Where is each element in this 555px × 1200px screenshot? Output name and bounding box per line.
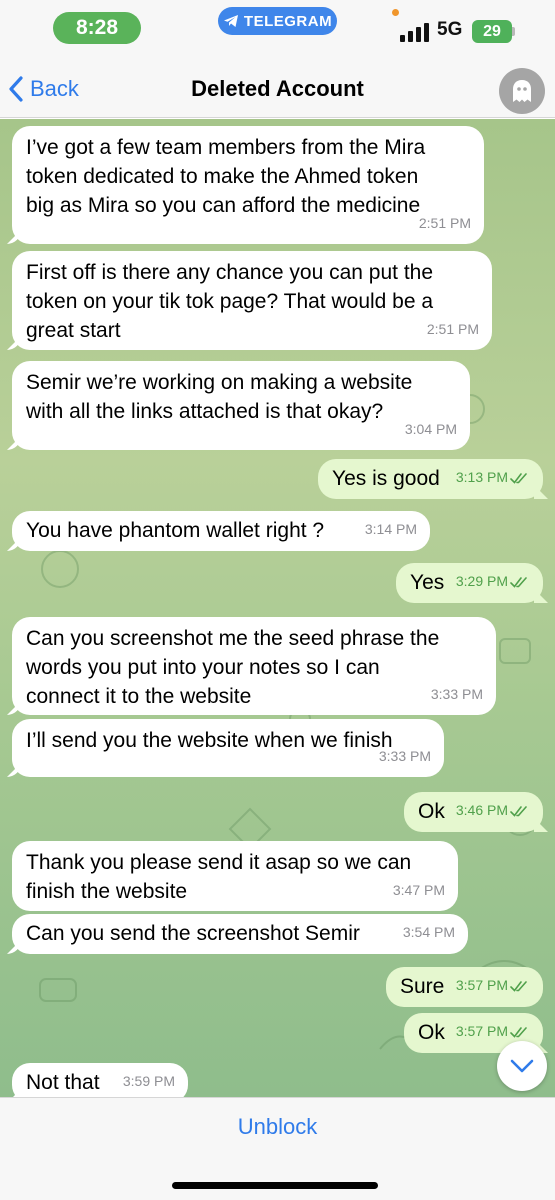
message-text-line: I’ll send you the website when we finish (26, 729, 393, 752)
message-time-text: 3:47 PM (392, 882, 445, 898)
message-text-line: great start (26, 319, 121, 342)
network-type: 5G (437, 19, 463, 40)
message-time-text: 3:13 PM (455, 469, 508, 485)
message-time-text: 3:04 PM (404, 421, 457, 437)
message-timestamp: 3:33 PM (379, 742, 431, 771)
incoming-message[interactable]: Can you screenshot me the seed phrase th… (7, 617, 496, 715)
message-timestamp: 3:57 PM (456, 971, 530, 1000)
message-text-line: Thank you please send it asap so we can (26, 851, 412, 874)
double-check-icon (510, 805, 527, 817)
incoming-message[interactable]: Not that 3:59 PM (7, 1063, 188, 1097)
double-check-icon (510, 576, 527, 588)
unblock-button[interactable]: Unblock (0, 1114, 555, 1140)
message-text-line: Sure (400, 975, 445, 998)
message-text-line: Ok (418, 800, 445, 823)
message-time-text: 3:57 PM (455, 1023, 508, 1039)
message-text-line: token on your tik tok page? That would b… (26, 290, 434, 313)
status-bar: 8:28 TELEGRAM 5G 29 (0, 0, 555, 60)
message-timestamp: 3:47 PM (393, 876, 445, 905)
message-timestamp: 3:04 PM (405, 415, 457, 444)
message-time-text: 3:33 PM (378, 748, 431, 764)
chat-header: Back Deleted Account (0, 60, 555, 118)
message-text-line: Not that (26, 1071, 100, 1094)
message-time-text: 3:14 PM (364, 521, 417, 537)
message-timestamp: 3:54 PM (403, 918, 455, 947)
message-time-text: 3:57 PM (455, 977, 508, 993)
ghost-icon (513, 80, 531, 102)
message-text-line: Yes (410, 571, 445, 594)
incoming-message[interactable]: You have phantom wallet right ? 3:14 PM (7, 511, 430, 551)
message-time-text: 3:29 PM (455, 573, 508, 589)
battery-tip (512, 27, 515, 36)
message-text-line: First off is there any chance you can pu… (26, 261, 434, 284)
message-time-text: 3:46 PM (455, 802, 508, 818)
battery-icon: 29 (472, 20, 512, 43)
message-time-text: 3:59 PM (122, 1073, 175, 1089)
message-timestamp: 3:46 PM (456, 796, 530, 825)
home-indicator[interactable] (172, 1182, 378, 1189)
message-text-line: token dedicated to make the Ahmed token (26, 165, 419, 188)
message-timestamp: 2:51 PM (427, 315, 479, 344)
incoming-message[interactable]: Can you send the screenshot Semir 3:54 PM (7, 914, 468, 954)
message-time-text: 2:51 PM (426, 321, 479, 337)
message-text-line: Ok (418, 1021, 445, 1044)
message-timestamp: 3:14 PM (365, 515, 417, 544)
message-text-line: I’ve got a few team members from the Mir… (26, 136, 426, 159)
chat-title: Deleted Account (191, 76, 364, 101)
message-time-text: 3:54 PM (402, 924, 455, 940)
outgoing-message[interactable]: Ok 3:46 PM (404, 792, 548, 832)
message-text-line: Can you screenshot me the seed phrase th… (26, 627, 440, 650)
message-text-line: Can you send the screenshot Semir (26, 922, 360, 945)
message-time-text: 3:33 PM (430, 686, 483, 702)
incoming-message[interactable]: Semir we’re working on making a website w… (7, 361, 470, 450)
message-text-line: with all the links attached is that okay… (26, 400, 384, 423)
cellular-signal-icon (400, 22, 429, 42)
status-time: 8:28 (53, 12, 141, 44)
message-time-text: 2:51 PM (418, 215, 471, 231)
outgoing-message[interactable]: Sure 3:57 PM (386, 967, 543, 1007)
message-text-line: words you put into your notes so I can (26, 656, 380, 679)
message-timestamp: 3:13 PM (456, 463, 530, 492)
message-timestamp: 3:59 PM (123, 1067, 175, 1096)
outgoing-message[interactable]: Yes is good 3:13 PM (318, 459, 548, 499)
contact-avatar[interactable] (499, 68, 545, 114)
outgoing-message[interactable]: Yes 3:29 PM (396, 563, 548, 603)
telegram-icon (223, 15, 238, 27)
message-text-line: Yes is good (332, 467, 440, 490)
message-text-line: connect it to the website (26, 685, 252, 708)
chat-messages-area[interactable]: I’ve got a few team members from the Mir… (0, 119, 555, 1097)
incoming-message[interactable]: I’ll send you the website when we finish… (7, 719, 444, 777)
telegram-return-pill[interactable]: TELEGRAM (218, 7, 337, 35)
double-check-icon (510, 980, 527, 992)
message-text-line: Semir we’re working on making a website (26, 371, 413, 394)
message-text-line: You have phantom wallet right ? (26, 519, 325, 542)
double-check-icon (510, 472, 527, 484)
battery-level: 29 (483, 22, 501, 40)
incoming-message[interactable]: Thank you please send it asap so we can f… (12, 841, 458, 911)
incoming-message[interactable]: I’ve got a few team members from the Mir… (7, 126, 484, 244)
scroll-to-bottom-button[interactable] (497, 1041, 547, 1091)
message-text-line: big as Mira so you can afford the medici… (26, 194, 421, 217)
message-timestamp: 3:29 PM (456, 567, 530, 596)
message-timestamp: 2:51 PM (419, 209, 471, 238)
privacy-indicator-dot (392, 9, 399, 16)
double-check-icon (510, 1026, 527, 1038)
bottom-bar: Unblock (0, 1097, 555, 1200)
chevron-down-icon (510, 1059, 534, 1073)
incoming-message[interactable]: First off is there any chance you can pu… (7, 251, 492, 350)
message-timestamp: 3:33 PM (431, 680, 483, 709)
message-text-line: finish the website (26, 880, 188, 903)
telegram-pill-label: TELEGRAM (243, 12, 333, 30)
